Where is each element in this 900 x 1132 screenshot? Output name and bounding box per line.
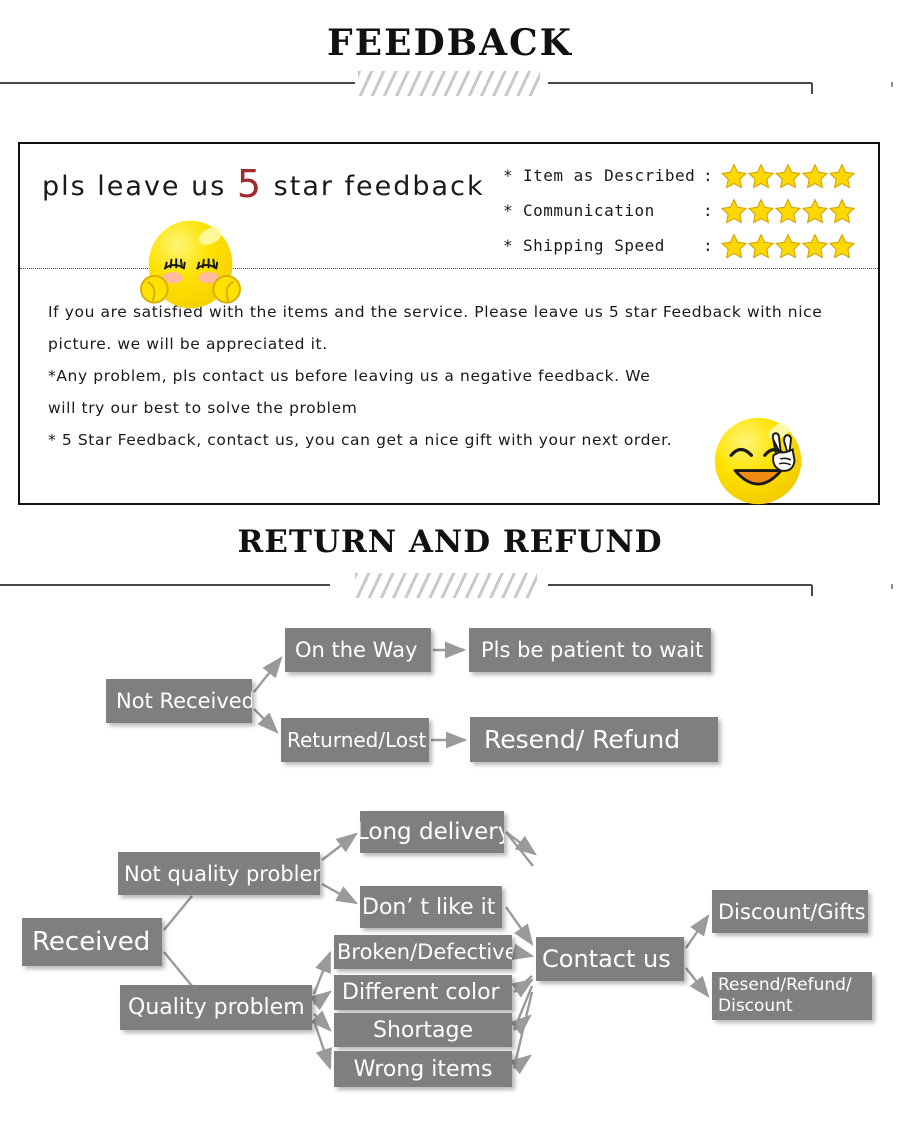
flow-node-label: Wrong items — [353, 1056, 493, 1082]
headline-after: star feedback — [263, 171, 485, 202]
rating-colon: : — [703, 166, 713, 185]
flow-node-resend-refund[interactable]: Resend/ Refund — [470, 717, 718, 762]
asterisk-icon: * — [503, 166, 513, 185]
flow-node-label: Discount/Gifts — [718, 899, 866, 924]
divider-feedback — [0, 68, 900, 98]
divider-rule-right — [548, 584, 812, 586]
star-rating-shipping-speed — [721, 232, 855, 259]
flow-node-label: Broken/Defective — [337, 940, 512, 964]
asterisk-icon: * — [503, 236, 513, 255]
star-icon — [829, 197, 855, 224]
return-refund-flowchart: Not Received On the Way Pls be patient t… — [0, 596, 900, 1106]
flow-node-returned-lost[interactable]: Returned/Lost — [281, 718, 429, 762]
flow-node-broken-defective[interactable]: Broken/Defective — [334, 935, 512, 969]
shy-face-emoji — [140, 220, 241, 309]
divider-end-tick — [811, 83, 813, 94]
flow-node-label: Shortage — [372, 1017, 474, 1043]
rating-label: Item as Described — [523, 166, 696, 185]
star-icon — [748, 197, 774, 224]
star-icon — [829, 162, 855, 189]
divider-rule-right — [548, 82, 812, 84]
divider-hatch — [355, 573, 537, 598]
flow-node-dont-like-it[interactable]: Don’ t like it — [360, 886, 502, 928]
rating-colon: : — [703, 236, 713, 255]
star-icon — [748, 232, 774, 259]
feedback-body-line: *Any problem, pls contact us before leav… — [48, 367, 651, 385]
star-icon — [802, 162, 828, 189]
headline-five-highlight: 5 — [236, 162, 264, 206]
flow-node-wrong-items[interactable]: Wrong items — [334, 1051, 512, 1087]
star-icon — [802, 197, 828, 224]
divider-hatch — [358, 71, 540, 96]
flow-node-label: Not Received — [116, 689, 252, 713]
flow-node-long-delivery[interactable]: Long delivery — [360, 811, 504, 853]
laughing-peace-emoji — [714, 417, 802, 505]
flow-node-received[interactable]: Received — [22, 918, 162, 966]
flow-node-contact-us[interactable]: Contact us — [536, 937, 684, 981]
flow-node-label: On the Way — [295, 638, 418, 662]
feedback-panel: pls leave us 5 star feedback * Item as D… — [18, 142, 880, 505]
star-icon — [748, 162, 774, 189]
flow-node-label: Pls be patient to wait — [481, 638, 704, 662]
divider-end-tick — [811, 585, 813, 596]
star-icon — [775, 232, 801, 259]
flow-node-label: Received — [32, 927, 151, 957]
flow-node-label: Different color — [342, 980, 500, 1005]
asterisk-icon: * — [503, 201, 513, 220]
feedback-body-line: picture. we will be appreciated it. — [48, 335, 328, 353]
flow-node-quality-problem[interactable]: Quality problem — [120, 985, 312, 1030]
feedback-headline: pls leave us 5 star feedback — [42, 165, 485, 203]
rating-label: Communication — [523, 201, 655, 220]
star-icon — [802, 232, 828, 259]
rating-row: * Communication : — [503, 193, 855, 228]
flow-node-different-color[interactable]: Different color — [334, 975, 512, 1010]
flow-node-label: Don’ t like it — [362, 894, 496, 920]
flow-node-label: Resend/Refund/ Discount — [718, 975, 852, 1016]
star-icon — [721, 232, 747, 259]
headline-before: pls leave us — [42, 171, 237, 202]
flow-node-label: Contact us — [542, 945, 671, 973]
divider-rule-left — [0, 584, 330, 586]
star-icon — [721, 162, 747, 189]
star-icon — [829, 232, 855, 259]
star-icon — [775, 197, 801, 224]
divider-corner-dot — [891, 82, 893, 87]
flow-node-not-received[interactable]: Not Received — [106, 679, 252, 723]
flow-node-shortage[interactable]: Shortage — [334, 1013, 512, 1047]
flow-node-resend-refund-discount[interactable]: Resend/Refund/ Discount — [712, 972, 872, 1020]
flow-node-not-quality-problem[interactable]: Not quality problem — [118, 852, 320, 895]
flow-node-discount-gifts[interactable]: Discount/Gifts — [712, 890, 868, 933]
flow-node-label: Resend/ Refund — [484, 725, 681, 754]
divider-rule-left — [0, 82, 355, 84]
flow-node-on-the-way[interactable]: On the Way — [285, 628, 431, 672]
page-title-return-refund: RETURN AND REFUND — [237, 524, 663, 560]
rating-colon: : — [703, 201, 713, 220]
rating-label: Shipping Speed — [523, 236, 665, 255]
flow-node-label: Returned/Lost — [287, 728, 427, 752]
flow-node-label: Quality problem — [128, 995, 305, 1020]
divider-corner-dot — [891, 584, 893, 589]
flow-node-label: Long delivery — [360, 819, 504, 845]
page-title-feedback: FEEDBACK — [327, 22, 573, 64]
star-rating-communication — [721, 197, 855, 224]
rating-list: * Item as Described : * Communication : — [503, 158, 855, 263]
star-icon — [775, 162, 801, 189]
star-rating-item-as-described — [721, 162, 855, 189]
rating-row: * Shipping Speed : — [503, 228, 855, 263]
rating-row: * Item as Described : — [503, 158, 855, 193]
flow-node-label: Not quality problem — [124, 861, 320, 886]
star-icon — [721, 197, 747, 224]
flow-node-pls-be-patient-to-wait[interactable]: Pls be patient to wait — [469, 628, 711, 672]
